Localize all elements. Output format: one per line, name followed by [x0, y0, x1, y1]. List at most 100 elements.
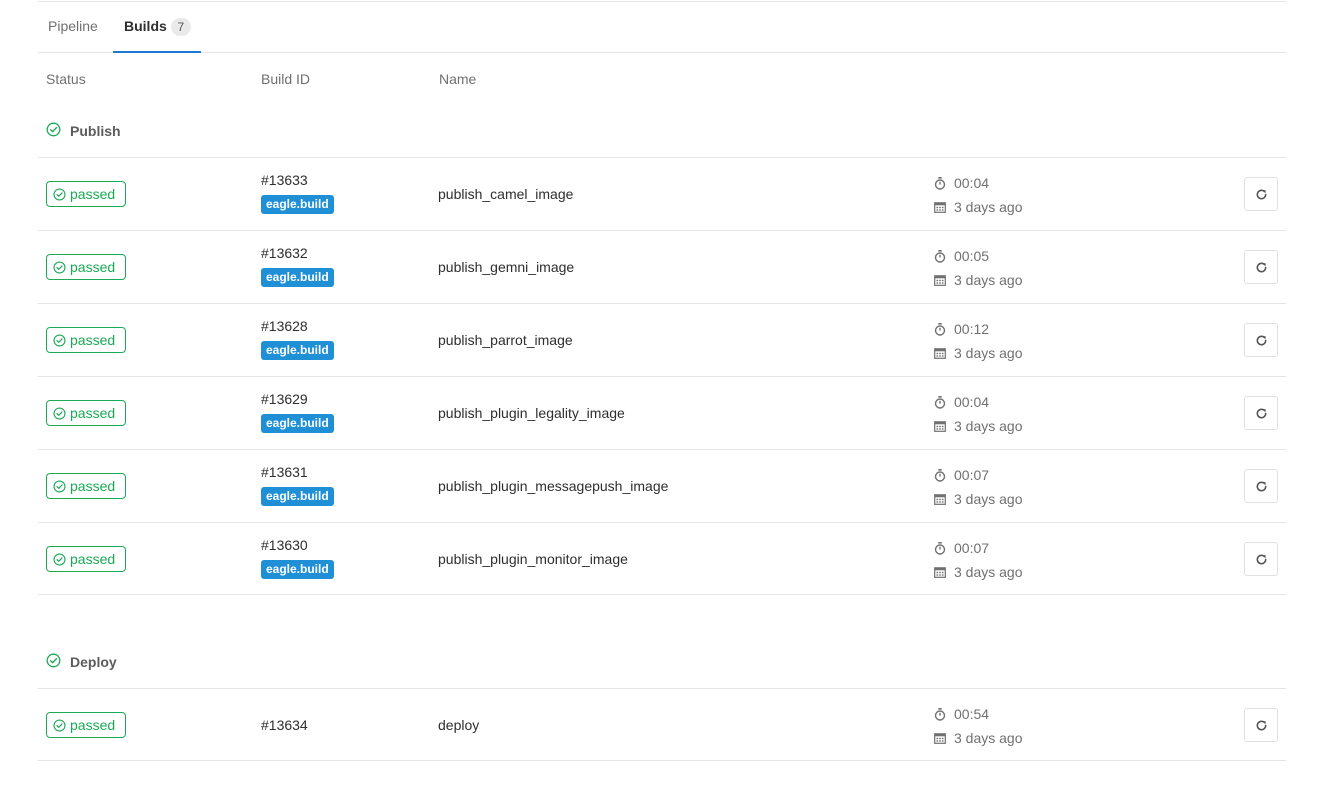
duration-text: 00:04	[954, 175, 990, 191]
retry-button[interactable]	[1244, 323, 1278, 357]
status-text: passed	[70, 259, 116, 275]
finished-text: 3 days ago	[954, 272, 1023, 288]
finished-text: 3 days ago	[954, 491, 1023, 507]
status-badge[interactable]: passed	[46, 400, 126, 426]
duration: 00:07	[934, 467, 989, 483]
tab-builds-label: Builds	[124, 18, 167, 34]
finished-text: 3 days ago	[954, 418, 1023, 434]
stage-header: Publish	[46, 122, 121, 140]
duration-text: 00:54	[954, 706, 990, 722]
passed-check-icon	[53, 260, 66, 274]
status-badge[interactable]: passed	[46, 546, 126, 572]
status-text: passed	[70, 551, 116, 567]
runner-tag: eagle.build	[261, 560, 334, 579]
calendar-icon	[934, 201, 946, 213]
status-badge[interactable]: passed	[46, 473, 126, 499]
column-header-status: Status	[46, 71, 86, 87]
passed-check-icon	[53, 718, 66, 732]
build-id-link[interactable]: #13634	[261, 717, 308, 733]
finished-time: 3 days ago	[934, 730, 1023, 746]
duration-text: 00:07	[954, 467, 990, 483]
job-name: publish_parrot_image	[438, 332, 573, 348]
passed-check-icon	[53, 552, 66, 566]
build-row: passed #13632 eagle.build publish_gemni_ima…	[38, 230, 1286, 303]
finished-time: 3 days ago	[934, 564, 1023, 580]
retry-icon	[1255, 719, 1268, 732]
job-name: publish_gemni_image	[438, 259, 575, 275]
runner-tag: eagle.build	[261, 341, 334, 360]
passed-check-icon	[53, 187, 66, 201]
duration: 00:12	[934, 321, 989, 337]
calendar-icon	[934, 732, 946, 744]
passed-check-icon	[53, 406, 66, 420]
build-row: passed #13630 eagle.build publish_plugin_mo…	[38, 522, 1286, 595]
retry-button[interactable]	[1244, 469, 1278, 503]
duration: 00:05	[934, 248, 989, 264]
retry-icon	[1255, 334, 1268, 347]
build-row: passed #13629 eagle.build publish_plugin_le…	[38, 376, 1286, 449]
build-id-link[interactable]: #13629	[261, 391, 308, 407]
status-text: passed	[70, 405, 116, 421]
retry-button[interactable]	[1244, 708, 1278, 742]
timer-icon	[934, 707, 946, 721]
stage-header: Deploy	[46, 653, 117, 671]
retry-icon	[1255, 407, 1268, 420]
runner-tag: eagle.build	[261, 487, 334, 506]
timer-icon	[934, 541, 946, 555]
timer-icon	[934, 322, 946, 336]
finished-time: 3 days ago	[934, 199, 1023, 215]
job-name: publish_plugin_legality_image	[438, 405, 625, 421]
tab-pipeline-label: Pipeline	[48, 18, 98, 34]
build-id-link[interactable]: #13631	[261, 464, 308, 480]
retry-icon	[1255, 553, 1268, 566]
timer-icon	[934, 249, 946, 263]
stage-success-icon	[46, 122, 61, 140]
calendar-icon	[934, 493, 946, 505]
tab-pipeline[interactable]: Pipeline	[48, 2, 98, 53]
duration: 00:04	[934, 394, 989, 410]
passed-check-icon	[53, 333, 66, 347]
retry-button[interactable]	[1244, 250, 1278, 284]
timer-icon	[934, 176, 946, 190]
calendar-icon	[934, 347, 946, 359]
retry-button[interactable]	[1244, 542, 1278, 576]
tab-builds[interactable]: Builds 7	[113, 2, 201, 53]
build-row: passed #13631 eagle.build publish_plugin_me…	[38, 449, 1286, 522]
runner-tag: eagle.build	[261, 414, 334, 433]
finished-text: 3 days ago	[954, 345, 1023, 361]
duration: 00:54	[934, 706, 989, 722]
retry-icon	[1255, 261, 1268, 274]
retry-button[interactable]	[1244, 396, 1278, 430]
job-name: publish_plugin_monitor_image	[438, 551, 628, 567]
finished-text: 3 days ago	[954, 564, 1023, 580]
status-text: passed	[70, 332, 116, 348]
build-id-link[interactable]: #13630	[261, 537, 308, 553]
job-name: publish_camel_image	[438, 186, 574, 202]
stage-success-icon	[46, 653, 61, 671]
status-badge[interactable]: passed	[46, 181, 126, 207]
tab-bar: Pipeline Builds 7	[38, 2, 1286, 53]
duration-text: 00:07	[954, 540, 990, 556]
status-badge[interactable]: passed	[46, 712, 126, 738]
duration-text: 00:04	[954, 394, 990, 410]
status-badge[interactable]: passed	[46, 254, 126, 280]
status-text: passed	[70, 717, 116, 733]
finished-text: 3 days ago	[954, 730, 1023, 746]
build-id-link[interactable]: #13628	[261, 318, 308, 334]
finished-text: 3 days ago	[954, 199, 1023, 215]
build-id-link[interactable]: #13632	[261, 245, 308, 261]
calendar-icon	[934, 566, 946, 578]
status-badge[interactable]: passed	[46, 327, 126, 353]
column-header-name: Name	[439, 71, 477, 87]
build-row: passed #13633 eagle.build publish_camel_ima…	[38, 157, 1286, 230]
finished-time: 3 days ago	[934, 491, 1023, 507]
duration-text: 00:12	[954, 321, 990, 337]
stage-name: Publish	[70, 123, 121, 139]
passed-check-icon	[53, 479, 66, 493]
builds-count-badge: 7	[170, 18, 191, 36]
duration-text: 00:05	[954, 248, 990, 264]
retry-button[interactable]	[1244, 177, 1278, 211]
retry-icon	[1255, 480, 1268, 493]
runner-tag: eagle.build	[261, 195, 334, 214]
build-id-link[interactable]: #13633	[261, 172, 308, 188]
